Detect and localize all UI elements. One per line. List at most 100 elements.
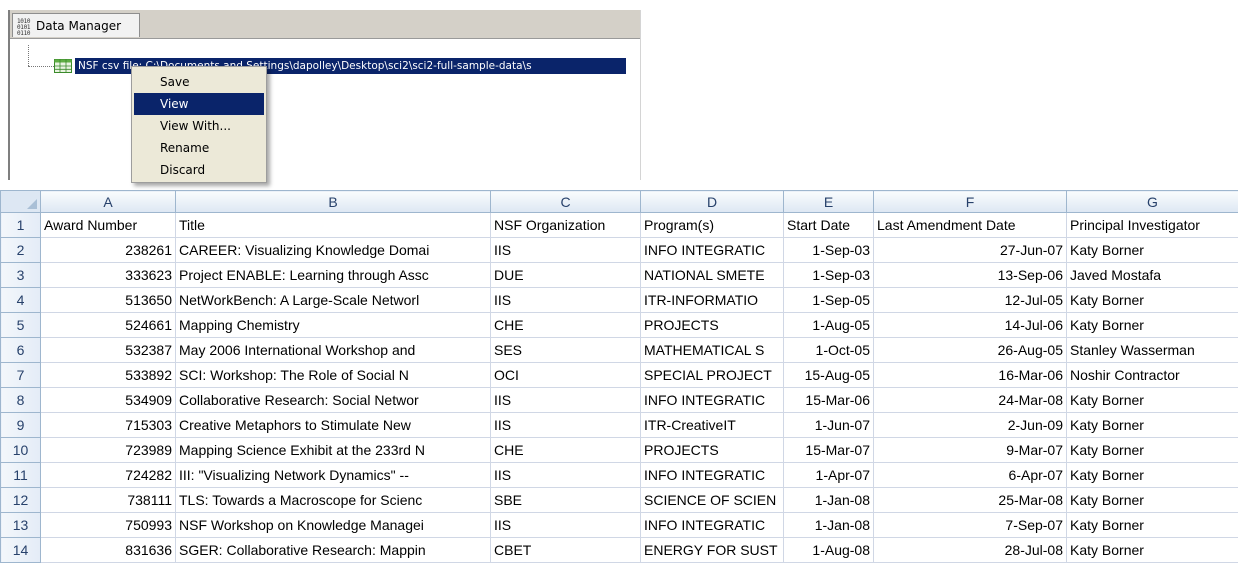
cell[interactable]: 9-Mar-07 — [873, 437, 1067, 463]
cell[interactable]: Program(s) — [640, 212, 784, 238]
cell[interactable]: ITR-INFORMATIO — [640, 287, 784, 313]
cell[interactable]: Katy Borner — [1066, 537, 1238, 563]
cell[interactable]: Katy Borner — [1066, 387, 1238, 413]
row-number[interactable]: 7 — [0, 362, 41, 388]
column-header-f[interactable]: F — [873, 190, 1067, 213]
cell[interactable]: Katy Borner — [1066, 287, 1238, 313]
cell[interactable]: MATHEMATICAL S — [640, 337, 784, 363]
cell[interactable]: PROJECTS — [640, 437, 784, 463]
row-number[interactable]: 3 — [0, 262, 41, 288]
cell[interactable]: 14-Jul-06 — [873, 312, 1067, 338]
cell[interactable]: IIS — [490, 412, 641, 438]
cell[interactable]: Last Amendment Date — [873, 212, 1067, 238]
select-all-corner[interactable] — [0, 190, 41, 213]
cell[interactable]: 533892 — [40, 362, 176, 388]
cell[interactable]: 1-Aug-08 — [783, 537, 874, 563]
cell[interactable]: Stanley Wasserman — [1066, 337, 1238, 363]
cell[interactable]: 28-Jul-08 — [873, 537, 1067, 563]
menu-item-view[interactable]: View — [134, 93, 264, 115]
cell[interactable]: 513650 — [40, 287, 176, 313]
cell[interactable]: IIS — [490, 387, 641, 413]
cell[interactable]: NetWorkBench: A Large-Scale Networl — [175, 287, 491, 313]
cell[interactable]: Katy Borner — [1066, 237, 1238, 263]
cell[interactable]: Principal Investigator — [1066, 212, 1238, 238]
cell[interactable]: INFO INTEGRATIC — [640, 512, 784, 538]
cell[interactable]: Mapping Chemistry — [175, 312, 491, 338]
cell[interactable]: Katy Borner — [1066, 487, 1238, 513]
cell[interactable]: 1-Jan-08 — [783, 512, 874, 538]
cell[interactable]: 13-Sep-06 — [873, 262, 1067, 288]
cell[interactable]: CHE — [490, 312, 641, 338]
column-header-d[interactable]: D — [640, 190, 784, 213]
cell[interactable]: NSF Workshop on Knowledge Managei — [175, 512, 491, 538]
cell[interactable]: Javed Mostafa — [1066, 262, 1238, 288]
cell[interactable]: 6-Apr-07 — [873, 462, 1067, 488]
row-number[interactable]: 12 — [0, 487, 41, 513]
cell[interactable]: 26-Aug-05 — [873, 337, 1067, 363]
cell[interactable]: 1-Oct-05 — [783, 337, 874, 363]
cell[interactable]: NATIONAL SMETE — [640, 262, 784, 288]
row-number[interactable]: 11 — [0, 462, 41, 488]
cell[interactable]: 724282 — [40, 462, 176, 488]
cell[interactable]: Katy Borner — [1066, 512, 1238, 538]
cell[interactable]: CHE — [490, 437, 641, 463]
cell[interactable]: Katy Borner — [1066, 312, 1238, 338]
row-number[interactable]: 8 — [0, 387, 41, 413]
cell[interactable]: Katy Borner — [1066, 412, 1238, 438]
cell[interactable]: IIS — [490, 462, 641, 488]
cell[interactable]: 15-Aug-05 — [783, 362, 874, 388]
cell[interactable]: 7-Sep-07 — [873, 512, 1067, 538]
cell[interactable]: Award Number — [40, 212, 176, 238]
row-number[interactable]: 4 — [0, 287, 41, 313]
cell[interactable]: 1-Sep-03 — [783, 262, 874, 288]
cell[interactable]: SPECIAL PROJECT — [640, 362, 784, 388]
cell[interactable]: 738111 — [40, 487, 176, 513]
cell[interactable]: IIS — [490, 287, 641, 313]
cell[interactable]: 750993 — [40, 512, 176, 538]
cell[interactable]: PROJECTS — [640, 312, 784, 338]
cell[interactable]: 16-Mar-06 — [873, 362, 1067, 388]
column-header-b[interactable]: B — [175, 190, 491, 213]
menu-item-save[interactable]: Save — [134, 71, 264, 93]
cell[interactable]: 534909 — [40, 387, 176, 413]
column-header-c[interactable]: C — [490, 190, 641, 213]
column-header-a[interactable]: A — [40, 190, 176, 213]
cell[interactable]: III: "Visualizing Network Dynamics" -- — [175, 462, 491, 488]
cell[interactable]: 238261 — [40, 237, 176, 263]
cell[interactable]: 1-Apr-07 — [783, 462, 874, 488]
cell[interactable]: OCI — [490, 362, 641, 388]
row-number[interactable]: 1 — [0, 212, 41, 238]
cell[interactable]: SES — [490, 337, 641, 363]
cell[interactable]: DUE — [490, 262, 641, 288]
cell[interactable]: CBET — [490, 537, 641, 563]
cell[interactable]: 15-Mar-06 — [783, 387, 874, 413]
row-number[interactable]: 14 — [0, 537, 41, 563]
row-number[interactable]: 13 — [0, 512, 41, 538]
cell[interactable]: IIS — [490, 512, 641, 538]
cell[interactable]: May 2006 International Workshop and — [175, 337, 491, 363]
row-number[interactable]: 2 — [0, 237, 41, 263]
cell[interactable]: IIS — [490, 237, 641, 263]
cell[interactable]: Katy Borner — [1066, 437, 1238, 463]
cell[interactable]: 2-Jun-09 — [873, 412, 1067, 438]
cell[interactable]: 532387 — [40, 337, 176, 363]
row-number[interactable]: 10 — [0, 437, 41, 463]
column-header-g[interactable]: G — [1066, 190, 1238, 213]
cell[interactable]: 27-Jun-07 — [873, 237, 1067, 263]
cell[interactable]: INFO INTEGRATIC — [640, 387, 784, 413]
cell[interactable]: Katy Borner — [1066, 462, 1238, 488]
cell[interactable]: Start Date — [783, 212, 874, 238]
cell[interactable]: ENERGY FOR SUST — [640, 537, 784, 563]
cell[interactable]: 1-Jan-08 — [783, 487, 874, 513]
cell[interactable]: SCIENCE OF SCIEN — [640, 487, 784, 513]
cell[interactable]: 24-Mar-08 — [873, 387, 1067, 413]
cell[interactable]: Project ENABLE: Learning through Assc — [175, 262, 491, 288]
cell[interactable]: 524661 — [40, 312, 176, 338]
menu-item-view-with[interactable]: View With... — [134, 115, 264, 137]
cell[interactable]: INFO INTEGRATIC — [640, 237, 784, 263]
menu-item-rename[interactable]: Rename — [134, 137, 264, 159]
cell[interactable]: 831636 — [40, 537, 176, 563]
cell[interactable]: Noshir Contractor — [1066, 362, 1238, 388]
cell[interactable]: SBE — [490, 487, 641, 513]
cell[interactable]: Mapping Science Exhibit at the 233rd N — [175, 437, 491, 463]
